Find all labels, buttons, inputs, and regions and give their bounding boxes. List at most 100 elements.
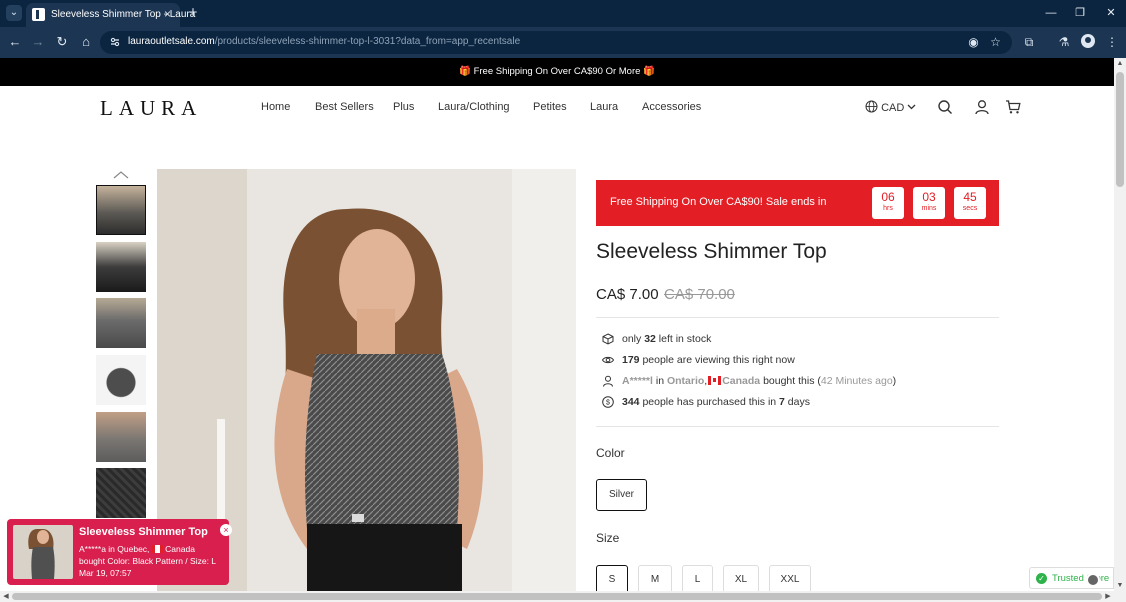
buyer-close-paren: ) bbox=[892, 375, 897, 387]
countdown-minutes: 03 mins bbox=[913, 187, 945, 219]
thumbnails-up-arrow-icon[interactable] bbox=[112, 170, 130, 180]
buyer-region: Ontario bbox=[666, 375, 705, 387]
currency-selector[interactable]: CAD bbox=[865, 100, 916, 114]
canada-flag-icon bbox=[151, 545, 163, 553]
popup-country: Canada bbox=[162, 544, 195, 554]
thumbnail-1[interactable] bbox=[96, 185, 146, 235]
buyer-in: in bbox=[652, 375, 667, 387]
profile-avatar-icon[interactable] bbox=[1081, 34, 1095, 48]
browser-tab[interactable]: Sleeveless Shimmer Top - Laura × bbox=[26, 3, 195, 27]
browser-toolbar: ← → ↻ ⌂ lauraoutletsale.com/products/sle… bbox=[0, 27, 1126, 58]
popup-variant: bought Color: Black Pattern / Size: L bbox=[79, 556, 217, 566]
new-tab-button[interactable]: + bbox=[186, 5, 200, 21]
countdown-hours: 06 hrs bbox=[872, 187, 904, 219]
labs-flask-icon[interactable]: ⚗ bbox=[1056, 34, 1072, 50]
nav-laura-clothing[interactable]: Laura/Clothing bbox=[438, 101, 510, 113]
floating-widget-icon[interactable] bbox=[1086, 573, 1100, 587]
account-icon[interactable] bbox=[974, 99, 990, 115]
window-close-icon[interactable]: ✕ bbox=[1104, 5, 1118, 21]
address-bar[interactable]: lauraoutletsale.com/products/sleeveless-… bbox=[100, 31, 1012, 54]
popup-date: Mar 19, 07:57 bbox=[79, 568, 132, 578]
purchased-count: 344 bbox=[622, 396, 640, 408]
stock-text-post: left in stock bbox=[655, 333, 712, 345]
nav-plus[interactable]: Plus bbox=[393, 101, 414, 113]
eye-off-icon[interactable]: ◉ bbox=[966, 35, 981, 50]
tab-search-icon[interactable]: ⌄ bbox=[6, 5, 22, 21]
site-header: LAURA Home Best Sellers Plus Laura/Cloth… bbox=[0, 86, 1114, 130]
trusted-store-badge[interactable]: ✓ Trusted Store bbox=[1029, 567, 1114, 589]
minimize-icon[interactable]: — bbox=[1044, 5, 1058, 21]
reload-icon[interactable]: ↻ bbox=[54, 34, 70, 50]
announcement-text: Free Shipping On Over CA$90 Or More bbox=[473, 66, 641, 77]
countdown-seconds-unit: secs bbox=[962, 205, 978, 212]
promo-text: Free Shipping On Over CA$90! Sale ends i… bbox=[610, 196, 827, 208]
nav-petites[interactable]: Petites bbox=[533, 101, 567, 113]
bookmark-star-icon[interactable]: ☆ bbox=[988, 35, 1003, 50]
thumbnail-4[interactable] bbox=[96, 355, 146, 405]
box-icon bbox=[602, 333, 614, 345]
site-favicon-icon bbox=[32, 8, 45, 21]
nav-home[interactable]: Home bbox=[261, 101, 290, 113]
thumbnail-3[interactable] bbox=[96, 298, 146, 348]
stock-count: 32 bbox=[644, 333, 656, 345]
thumbnail-5[interactable] bbox=[96, 412, 146, 462]
popup-close-icon[interactable]: × bbox=[220, 524, 232, 536]
divider bbox=[596, 317, 999, 318]
browser-menu-icon[interactable]: ⋮ bbox=[1104, 34, 1120, 50]
scroll-down-icon[interactable]: ▼ bbox=[1114, 582, 1126, 589]
thumbnail-6[interactable] bbox=[96, 468, 146, 518]
purchased-text: people has purchased this in bbox=[639, 396, 780, 408]
buyer-country: Canada bbox=[722, 375, 761, 387]
recent-sale-popup[interactable]: Sleeveless Shimmer Top A*****a in Quebec… bbox=[7, 519, 232, 585]
color-label: Color bbox=[596, 446, 625, 460]
color-option-silver[interactable]: Silver bbox=[596, 479, 647, 511]
horizontal-scroll-thumb[interactable] bbox=[12, 593, 1102, 600]
buyer-separator: , bbox=[704, 375, 708, 387]
stock-text-pre: only bbox=[622, 333, 645, 345]
announcement-bar: 🎁 Free Shipping On Over CA$90 Or More 🎁 bbox=[0, 58, 1114, 86]
scroll-left-icon[interactable]: ◀ bbox=[0, 592, 12, 600]
horizontal-scrollbar[interactable]: ◀ ▶ bbox=[0, 591, 1114, 602]
home-icon[interactable]: ⌂ bbox=[78, 34, 94, 50]
scroll-right-icon[interactable]: ▶ bbox=[1102, 592, 1114, 600]
back-icon[interactable]: ← bbox=[7, 34, 23, 50]
nav-accessories[interactable]: Accessories bbox=[642, 101, 701, 113]
purchased-text-post: days bbox=[784, 396, 810, 408]
person-icon bbox=[603, 375, 613, 387]
scroll-up-icon[interactable]: ▲ bbox=[1114, 60, 1126, 67]
divider bbox=[596, 426, 999, 427]
globe-icon bbox=[865, 100, 878, 113]
countdown-seconds: 45 secs bbox=[954, 187, 986, 219]
restore-icon[interactable]: ❐ bbox=[1073, 5, 1087, 21]
countdown-hours-value: 06 bbox=[881, 190, 895, 204]
forward-icon[interactable]: → bbox=[30, 34, 46, 50]
svg-text:$: $ bbox=[606, 400, 610, 407]
site-logo[interactable]: LAURA bbox=[100, 96, 202, 121]
trusted-store-text: Trusted Store bbox=[1052, 573, 1110, 584]
search-icon[interactable] bbox=[937, 99, 953, 115]
nav-laura[interactable]: Laura bbox=[590, 101, 618, 113]
url-domain: lauraoutletsale.com bbox=[128, 36, 215, 47]
compare-at-price: CA$ 70.00 bbox=[664, 286, 735, 303]
thumbnail-2[interactable] bbox=[96, 242, 146, 292]
countdown-hours-unit: hrs bbox=[883, 205, 893, 212]
tab-close-icon[interactable]: × bbox=[161, 8, 174, 21]
cart-icon[interactable] bbox=[1005, 99, 1021, 115]
countdown-minutes-unit: mins bbox=[921, 205, 937, 212]
vertical-scroll-thumb[interactable] bbox=[1116, 72, 1124, 187]
url-path: /products/sleeveless-shimmer-top-l-3031?… bbox=[214, 36, 521, 47]
url-text[interactable]: lauraoutletsale.com/products/sleeveless-… bbox=[128, 36, 520, 47]
shield-check-icon: ✓ bbox=[1036, 573, 1047, 584]
site-settings-icon[interactable] bbox=[109, 36, 121, 48]
chevron-down-icon bbox=[907, 104, 916, 110]
gift-icon: 🎁 bbox=[643, 66, 655, 77]
product-title: Sleeveless Shimmer Top bbox=[596, 240, 827, 263]
viewers-count: 179 bbox=[622, 354, 640, 366]
popup-title[interactable]: Sleeveless Shimmer Top bbox=[79, 526, 208, 538]
eye-icon bbox=[602, 356, 614, 364]
nav-best-sellers[interactable]: Best Sellers bbox=[315, 101, 374, 113]
vertical-scrollbar[interactable]: ▲ ▼ bbox=[1114, 58, 1126, 602]
countdown-seconds-value: 45 bbox=[963, 190, 977, 204]
extensions-icon[interactable]: ⧉ bbox=[1021, 34, 1037, 50]
sale-countdown-banner: Free Shipping On Over CA$90! Sale ends i… bbox=[596, 180, 999, 226]
